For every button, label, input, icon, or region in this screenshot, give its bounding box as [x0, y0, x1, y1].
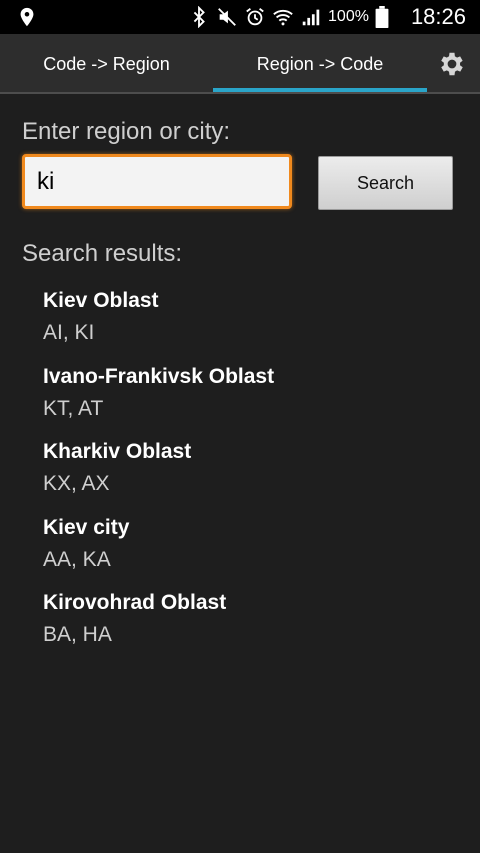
- result-codes: AI, KI: [43, 321, 95, 344]
- gear-icon: [441, 52, 463, 76]
- tab-label: Code -> Region: [43, 53, 170, 74]
- list-item[interactable]: Kharkiv Oblast KX, AX: [43, 436, 463, 512]
- result-codes: BA, HA: [43, 623, 112, 646]
- result-codes: KX, AX: [43, 472, 110, 495]
- bluetooth-icon: [188, 5, 210, 29]
- battery-icon: [375, 6, 397, 28]
- status-bar: 100% 18:26: [0, 0, 480, 34]
- alarm-icon: [244, 6, 266, 28]
- result-region-name: Kirovohrad Oblast: [43, 591, 227, 614]
- results-header: Search results:: [22, 240, 183, 267]
- clock: 18:26: [410, 4, 466, 29]
- tab-bar: Code -> Region Region -> Code: [0, 34, 480, 94]
- location-icon: [16, 6, 38, 28]
- tab-label: Region -> Code: [256, 53, 384, 74]
- settings-button[interactable]: [432, 44, 472, 84]
- mute-icon: [216, 6, 238, 28]
- list-item[interactable]: Kirovohrad Oblast BA, HA: [43, 587, 463, 663]
- result-region-name: Ivano-Frankivsk Oblast: [43, 364, 275, 388]
- result-region-name: Kharkiv Oblast: [43, 440, 192, 463]
- result-codes: KT, AT: [43, 396, 104, 420]
- result-region-name: Kiev Oblast: [43, 289, 159, 312]
- tab-region-to-code[interactable]: Region -> Code: [213, 34, 427, 94]
- search-prompt-label: Enter region or city:: [22, 118, 231, 145]
- wifi-icon: [272, 6, 294, 28]
- search-input[interactable]: [22, 154, 292, 209]
- tab-bar-divider: [0, 92, 480, 94]
- search-button[interactable]: Search: [318, 156, 453, 210]
- result-region-name: Kiev city: [43, 515, 130, 539]
- list-item[interactable]: Kiev Oblast AI, KI: [43, 285, 463, 361]
- battery-percent: 100%: [328, 8, 369, 25]
- tab-code-to-region[interactable]: Code -> Region: [0, 34, 213, 94]
- signal-icon: [300, 6, 322, 28]
- result-codes: AA, KA: [43, 547, 111, 571]
- list-item[interactable]: Kiev city AA, KA: [43, 512, 463, 588]
- results-list: Kiev Oblast AI, KI Ivano-Frankivsk Oblas…: [43, 285, 463, 663]
- list-item[interactable]: Ivano-Frankivsk Oblast KT, AT: [43, 361, 463, 437]
